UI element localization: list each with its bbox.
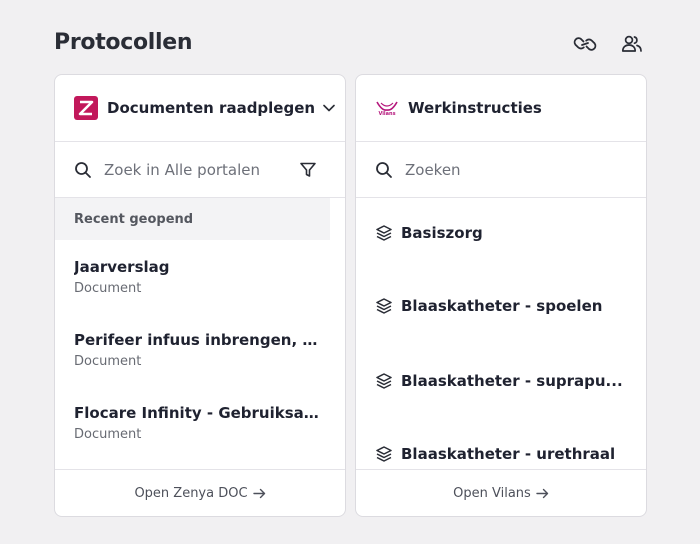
list-item[interactable]: Blaaskatheter - suprapu... bbox=[375, 372, 625, 390]
vilans-header-label: Werkinstructies bbox=[408, 99, 542, 117]
instruction-title: Blaaskatheter - suprapu... bbox=[401, 372, 623, 390]
zenya-logo-icon bbox=[74, 96, 98, 120]
vilans-logo-text: Vilans bbox=[378, 110, 396, 117]
vilans-logo-icon: Vilans bbox=[375, 96, 399, 120]
document-type: Document bbox=[74, 427, 142, 442]
list-item[interactable]: Perifeer infuus inbrengen, (fl... Docume… bbox=[74, 331, 324, 369]
chevron-down-icon bbox=[323, 104, 335, 112]
zenya-portal-dropdown[interactable]: Documenten raadplegen bbox=[55, 75, 345, 142]
page-title: Protocollen bbox=[54, 30, 193, 55]
list-item[interactable]: Blaaskatheter - spoelen bbox=[375, 297, 625, 315]
users-icon[interactable] bbox=[619, 33, 645, 55]
zenya-document-list: Jaarverslag Document Perifeer infuus inb… bbox=[55, 198, 345, 468]
open-vilans-link[interactable]: Open Vilans bbox=[356, 469, 646, 516]
search-input[interactable]: Zoek in Alle portalen bbox=[104, 161, 260, 179]
portal-label: Documenten raadplegen bbox=[107, 99, 316, 117]
vilans-search-bar[interactable]: Zoeken bbox=[356, 142, 646, 198]
arrow-right-icon bbox=[536, 488, 549, 499]
search-input[interactable]: Zoeken bbox=[405, 161, 461, 179]
filter-icon[interactable] bbox=[299, 161, 317, 179]
list-item[interactable]: Flocare Infinity - Gebruiksaa... Documen… bbox=[74, 404, 324, 442]
vilans-header: Vilans Werkinstructies bbox=[356, 75, 646, 142]
instruction-title: Blaaskatheter - urethraal bbox=[401, 445, 616, 463]
list-item[interactable]: Basiszorg bbox=[375, 224, 625, 242]
footer-label: Open Zenya DOC bbox=[134, 485, 248, 501]
list-item[interactable]: Blaaskatheter - urethraal bbox=[375, 445, 625, 463]
instruction-title: Basiszorg bbox=[401, 224, 483, 242]
layers-icon bbox=[375, 372, 393, 390]
zenya-card: Documenten raadplegen Zoek in Alle porta… bbox=[54, 74, 346, 517]
vilans-instruction-list: Basiszorg Blaaskatheter - spoelen Blaask… bbox=[356, 198, 646, 468]
search-icon bbox=[74, 161, 92, 179]
document-title: Flocare Infinity - Gebruiksaa... bbox=[74, 404, 324, 422]
footer-label: Open Vilans bbox=[453, 485, 531, 501]
layers-icon bbox=[375, 445, 393, 463]
list-item[interactable]: Jaarverslag Document bbox=[74, 258, 324, 296]
document-type: Document bbox=[74, 281, 142, 296]
document-title: Perifeer infuus inbrengen, (fl... bbox=[74, 331, 324, 349]
open-zenya-link[interactable]: Open Zenya DOC bbox=[55, 469, 345, 516]
layers-icon bbox=[375, 224, 393, 242]
document-title: Jaarverslag bbox=[74, 258, 170, 276]
document-type: Document bbox=[74, 354, 142, 369]
arrow-right-icon bbox=[252, 488, 266, 499]
link-icon[interactable] bbox=[572, 33, 598, 55]
search-icon bbox=[375, 161, 393, 179]
zenya-search-bar[interactable]: Zoek in Alle portalen bbox=[55, 142, 345, 198]
instruction-title: Blaaskatheter - spoelen bbox=[401, 297, 603, 315]
layers-icon bbox=[375, 297, 393, 315]
vilans-card: Vilans Werkinstructies Zoeken Basiszorg … bbox=[355, 74, 647, 517]
